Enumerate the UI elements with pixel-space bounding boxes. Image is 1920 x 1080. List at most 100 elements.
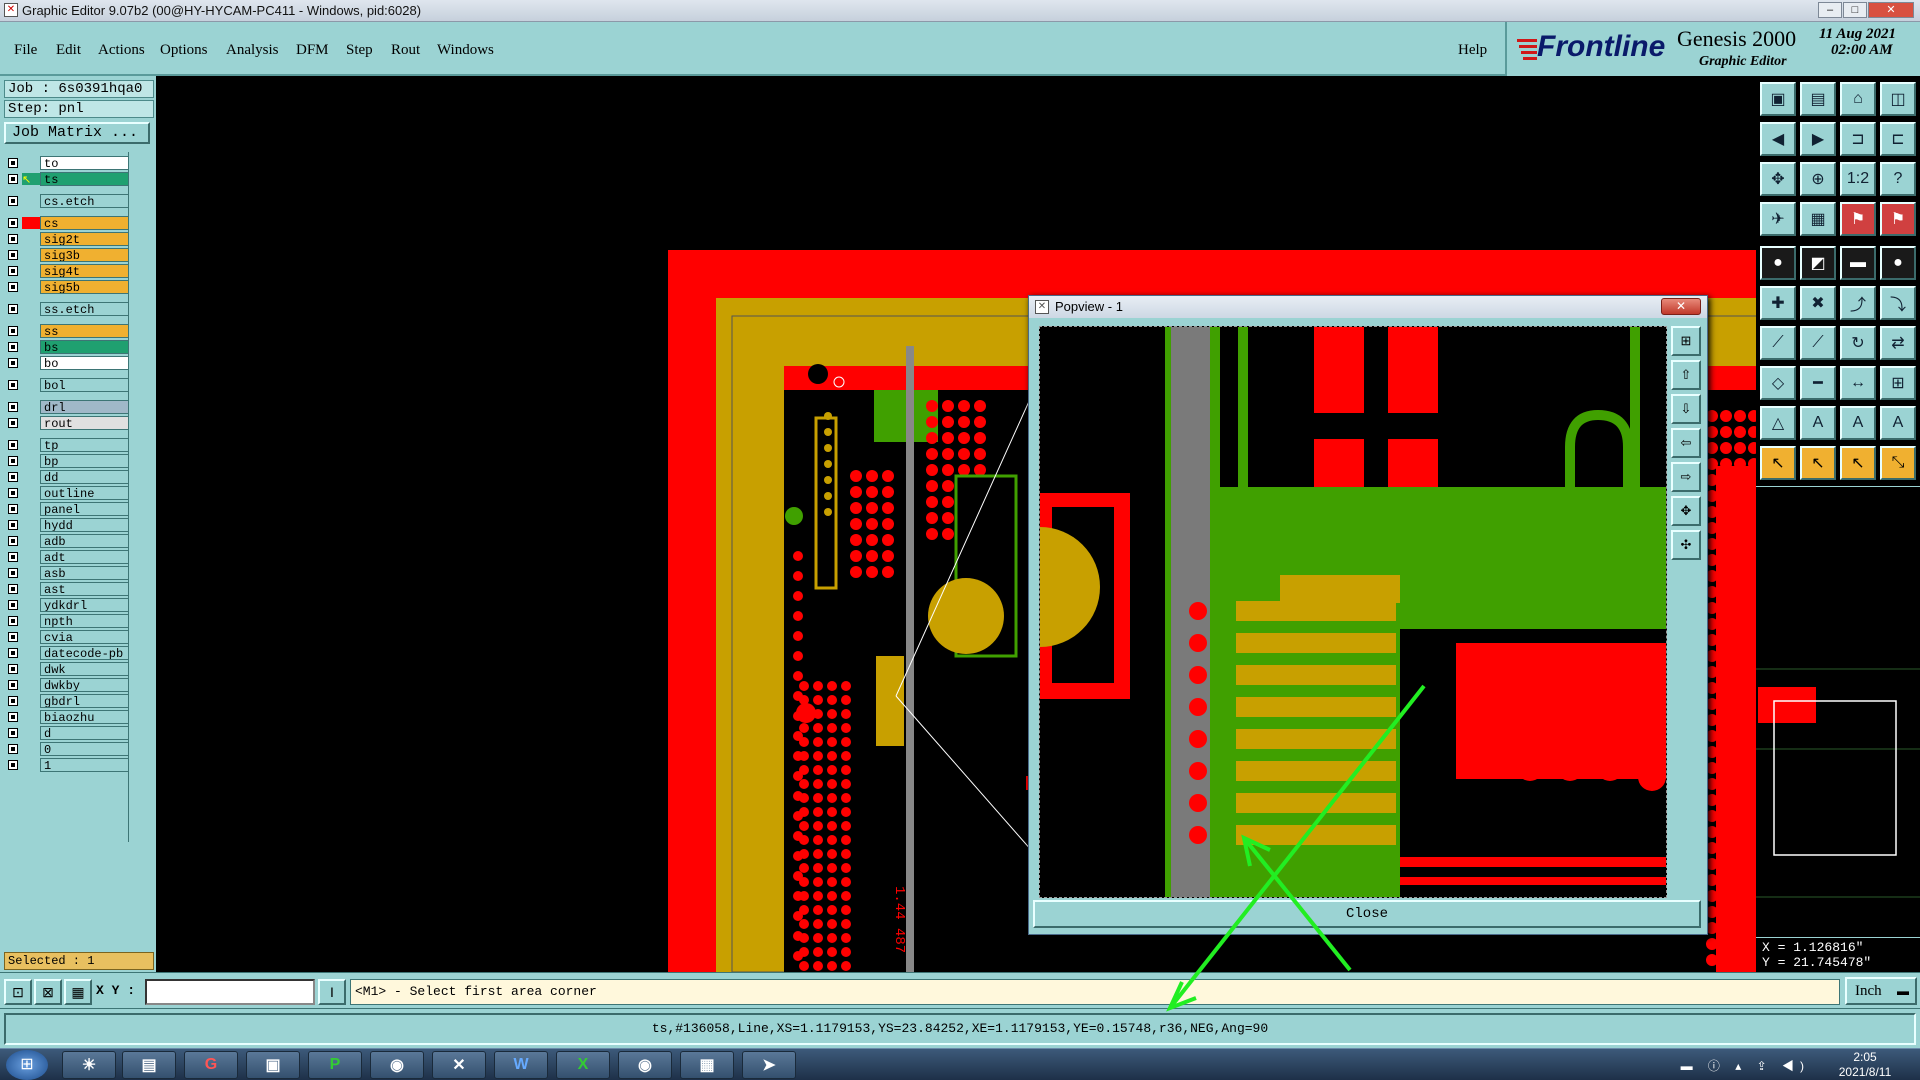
layer-checkbox[interactable] bbox=[8, 304, 18, 314]
layer-row-sig2t[interactable]: sig2t bbox=[6, 232, 129, 246]
layer-checkbox[interactable] bbox=[8, 584, 18, 594]
layer-checkbox[interactable] bbox=[8, 456, 18, 466]
net-icon[interactable]: ⊞ bbox=[1880, 366, 1916, 400]
split-icon[interactable]: ━ bbox=[1800, 366, 1836, 400]
layer-row-asb[interactable]: asb bbox=[6, 566, 129, 580]
layer-checkbox[interactable] bbox=[8, 760, 18, 770]
layer-row-to[interactable]: to bbox=[6, 156, 129, 170]
taskbar-app-1-icon[interactable]: ☀ bbox=[62, 1051, 116, 1079]
layer-checkbox[interactable] bbox=[8, 440, 18, 450]
menu-help[interactable]: Help bbox=[1458, 42, 1487, 59]
line-add-icon[interactable]: ◩ bbox=[1800, 246, 1836, 280]
popview-pan-up-icon[interactable]: ⇧ bbox=[1671, 360, 1701, 390]
copy-icon[interactable]: ⤴ bbox=[1840, 286, 1876, 320]
resize-icon[interactable]: ↔ bbox=[1840, 366, 1876, 400]
layer-checkbox[interactable] bbox=[8, 616, 18, 626]
layer-checkbox[interactable] bbox=[8, 536, 18, 546]
layer-checkbox[interactable] bbox=[8, 712, 18, 722]
layer-checkbox[interactable] bbox=[8, 358, 18, 368]
layer-row-biaozhu[interactable]: biaozhu bbox=[6, 710, 129, 724]
layer-row-npth[interactable]: npth bbox=[6, 614, 129, 628]
layer-row-cvia[interactable]: cvia bbox=[6, 630, 129, 644]
menu-dfm[interactable]: DFM bbox=[296, 42, 329, 59]
zoom-fit-icon[interactable]: ✥ bbox=[1760, 162, 1796, 196]
layer-row-sig4t[interactable]: sig4t bbox=[6, 264, 129, 278]
layer-row-ast[interactable]: ast bbox=[6, 582, 129, 596]
select-window-icon[interactable]: ⤡ bbox=[1880, 446, 1916, 480]
select-arrow-icon[interactable]: ↖ bbox=[1760, 446, 1796, 480]
zoom-center-icon[interactable]: ⊕ bbox=[1800, 162, 1836, 196]
triangle-icon[interactable]: △ bbox=[1760, 406, 1796, 440]
layer-checkbox[interactable] bbox=[8, 158, 18, 168]
job-matrix-button[interactable]: Job Matrix ... bbox=[4, 122, 150, 144]
layer-row-bol[interactable]: bol bbox=[6, 378, 129, 392]
menu-rout[interactable]: Rout bbox=[391, 42, 420, 59]
layer-checkbox[interactable] bbox=[8, 552, 18, 562]
menu-edit[interactable]: Edit bbox=[56, 42, 81, 59]
taskbar-app-12-icon[interactable]: ➤ bbox=[742, 1051, 796, 1079]
layer-checkbox[interactable] bbox=[8, 218, 18, 228]
menu-windows[interactable]: Windows bbox=[437, 42, 494, 59]
layer-checkbox[interactable] bbox=[8, 680, 18, 690]
layer-checkbox[interactable] bbox=[8, 234, 18, 244]
taskbar-save-icon[interactable]: ▣ bbox=[246, 1051, 300, 1079]
slant-icon[interactable]: ⟋ bbox=[1800, 326, 1836, 360]
unit-selector[interactable]: Inch ▬ bbox=[1845, 977, 1917, 1005]
layer-scrollbar[interactable] bbox=[128, 152, 154, 842]
layer-row-dwkby[interactable]: dwkby bbox=[6, 678, 129, 692]
popview-pan-left-icon[interactable]: ⇦ bbox=[1671, 428, 1701, 458]
taskbar-app-3-icon[interactable]: G bbox=[184, 1051, 238, 1079]
layer-row-gbdrl[interactable]: gbdrl bbox=[6, 694, 129, 708]
layer-row-bo[interactable]: bo bbox=[6, 356, 129, 370]
snap-mode-2-button[interactable]: ⊠ bbox=[34, 979, 62, 1005]
pad-add-icon[interactable]: ● bbox=[1760, 246, 1796, 280]
open-step-icon[interactable]: ▣ bbox=[1760, 82, 1796, 116]
scale-icon[interactable]: 1:2 bbox=[1840, 162, 1876, 196]
layer-checkbox[interactable] bbox=[8, 664, 18, 674]
pan-left-icon[interactable]: ◀ bbox=[1760, 122, 1796, 156]
overview-map[interactable] bbox=[1756, 486, 1920, 926]
measure-icon[interactable]: ✈ bbox=[1760, 202, 1796, 236]
layer-checkbox[interactable] bbox=[8, 342, 18, 352]
pan-right-icon[interactable]: ▶ bbox=[1800, 122, 1836, 156]
popview-pan-down-icon[interactable]: ⇩ bbox=[1671, 394, 1701, 424]
layer-row-bp[interactable]: bp bbox=[6, 454, 129, 468]
layer-checkbox[interactable] bbox=[8, 600, 18, 610]
layer-row-tp[interactable]: tp bbox=[6, 438, 129, 452]
mirror-icon[interactable]: ⇄ bbox=[1880, 326, 1916, 360]
popview-zoom-in-icon[interactable]: ✥ bbox=[1671, 496, 1701, 526]
layer-row-sig5b[interactable]: sig5b bbox=[6, 280, 129, 294]
text-a3-icon[interactable]: A bbox=[1880, 406, 1916, 440]
grid-icon[interactable]: ▦ bbox=[1800, 202, 1836, 236]
layer-checkbox[interactable] bbox=[8, 174, 18, 184]
close-button[interactable]: ✕ bbox=[1868, 2, 1914, 18]
tray-icons[interactable]: ▬ ⓘ ▴ ⇪ ◀) bbox=[1681, 1057, 1810, 1074]
menu-actions[interactable]: Actions bbox=[98, 42, 145, 59]
taskbar-excel-icon[interactable]: X bbox=[556, 1051, 610, 1079]
taskbar-app-2-icon[interactable]: ▤ bbox=[122, 1051, 176, 1079]
layer-checkbox[interactable] bbox=[8, 266, 18, 276]
layer-checkbox[interactable] bbox=[8, 728, 18, 738]
layer-row-0[interactable]: 0 bbox=[6, 742, 129, 756]
text-a2-icon[interactable]: A bbox=[1840, 406, 1876, 440]
layer-checkbox[interactable] bbox=[8, 696, 18, 706]
xy-input[interactable] bbox=[145, 979, 315, 1005]
layer-checkbox[interactable] bbox=[8, 196, 18, 206]
layer-checkbox[interactable] bbox=[8, 282, 18, 292]
taskbar-app-6-icon[interactable]: ◉ bbox=[370, 1051, 424, 1079]
layer-checkbox[interactable] bbox=[8, 648, 18, 658]
layer-row-hydd[interactable]: hydd bbox=[6, 518, 129, 532]
menu-step[interactable]: Step bbox=[346, 42, 373, 59]
maximize-button[interactable]: □ bbox=[1843, 2, 1867, 18]
layer-row-drl[interactable]: drl bbox=[6, 400, 129, 414]
layer-row-datecode-pb[interactable]: datecode-pb bbox=[6, 646, 129, 660]
layer-row-1[interactable]: 1 bbox=[6, 758, 129, 772]
line-edit-icon[interactable]: ⟋ bbox=[1760, 326, 1796, 360]
snap-red-2-icon[interactable]: ⚑ bbox=[1880, 202, 1916, 236]
layer-row-dwk[interactable]: dwk bbox=[6, 662, 129, 676]
start-button[interactable]: ⊞ bbox=[6, 1050, 48, 1080]
layer-row-panel[interactable]: panel bbox=[6, 502, 129, 516]
arc-icon[interactable]: ↻ bbox=[1840, 326, 1876, 360]
move-icon[interactable]: ✚ bbox=[1760, 286, 1796, 320]
layer-row-d[interactable]: d bbox=[6, 726, 129, 740]
